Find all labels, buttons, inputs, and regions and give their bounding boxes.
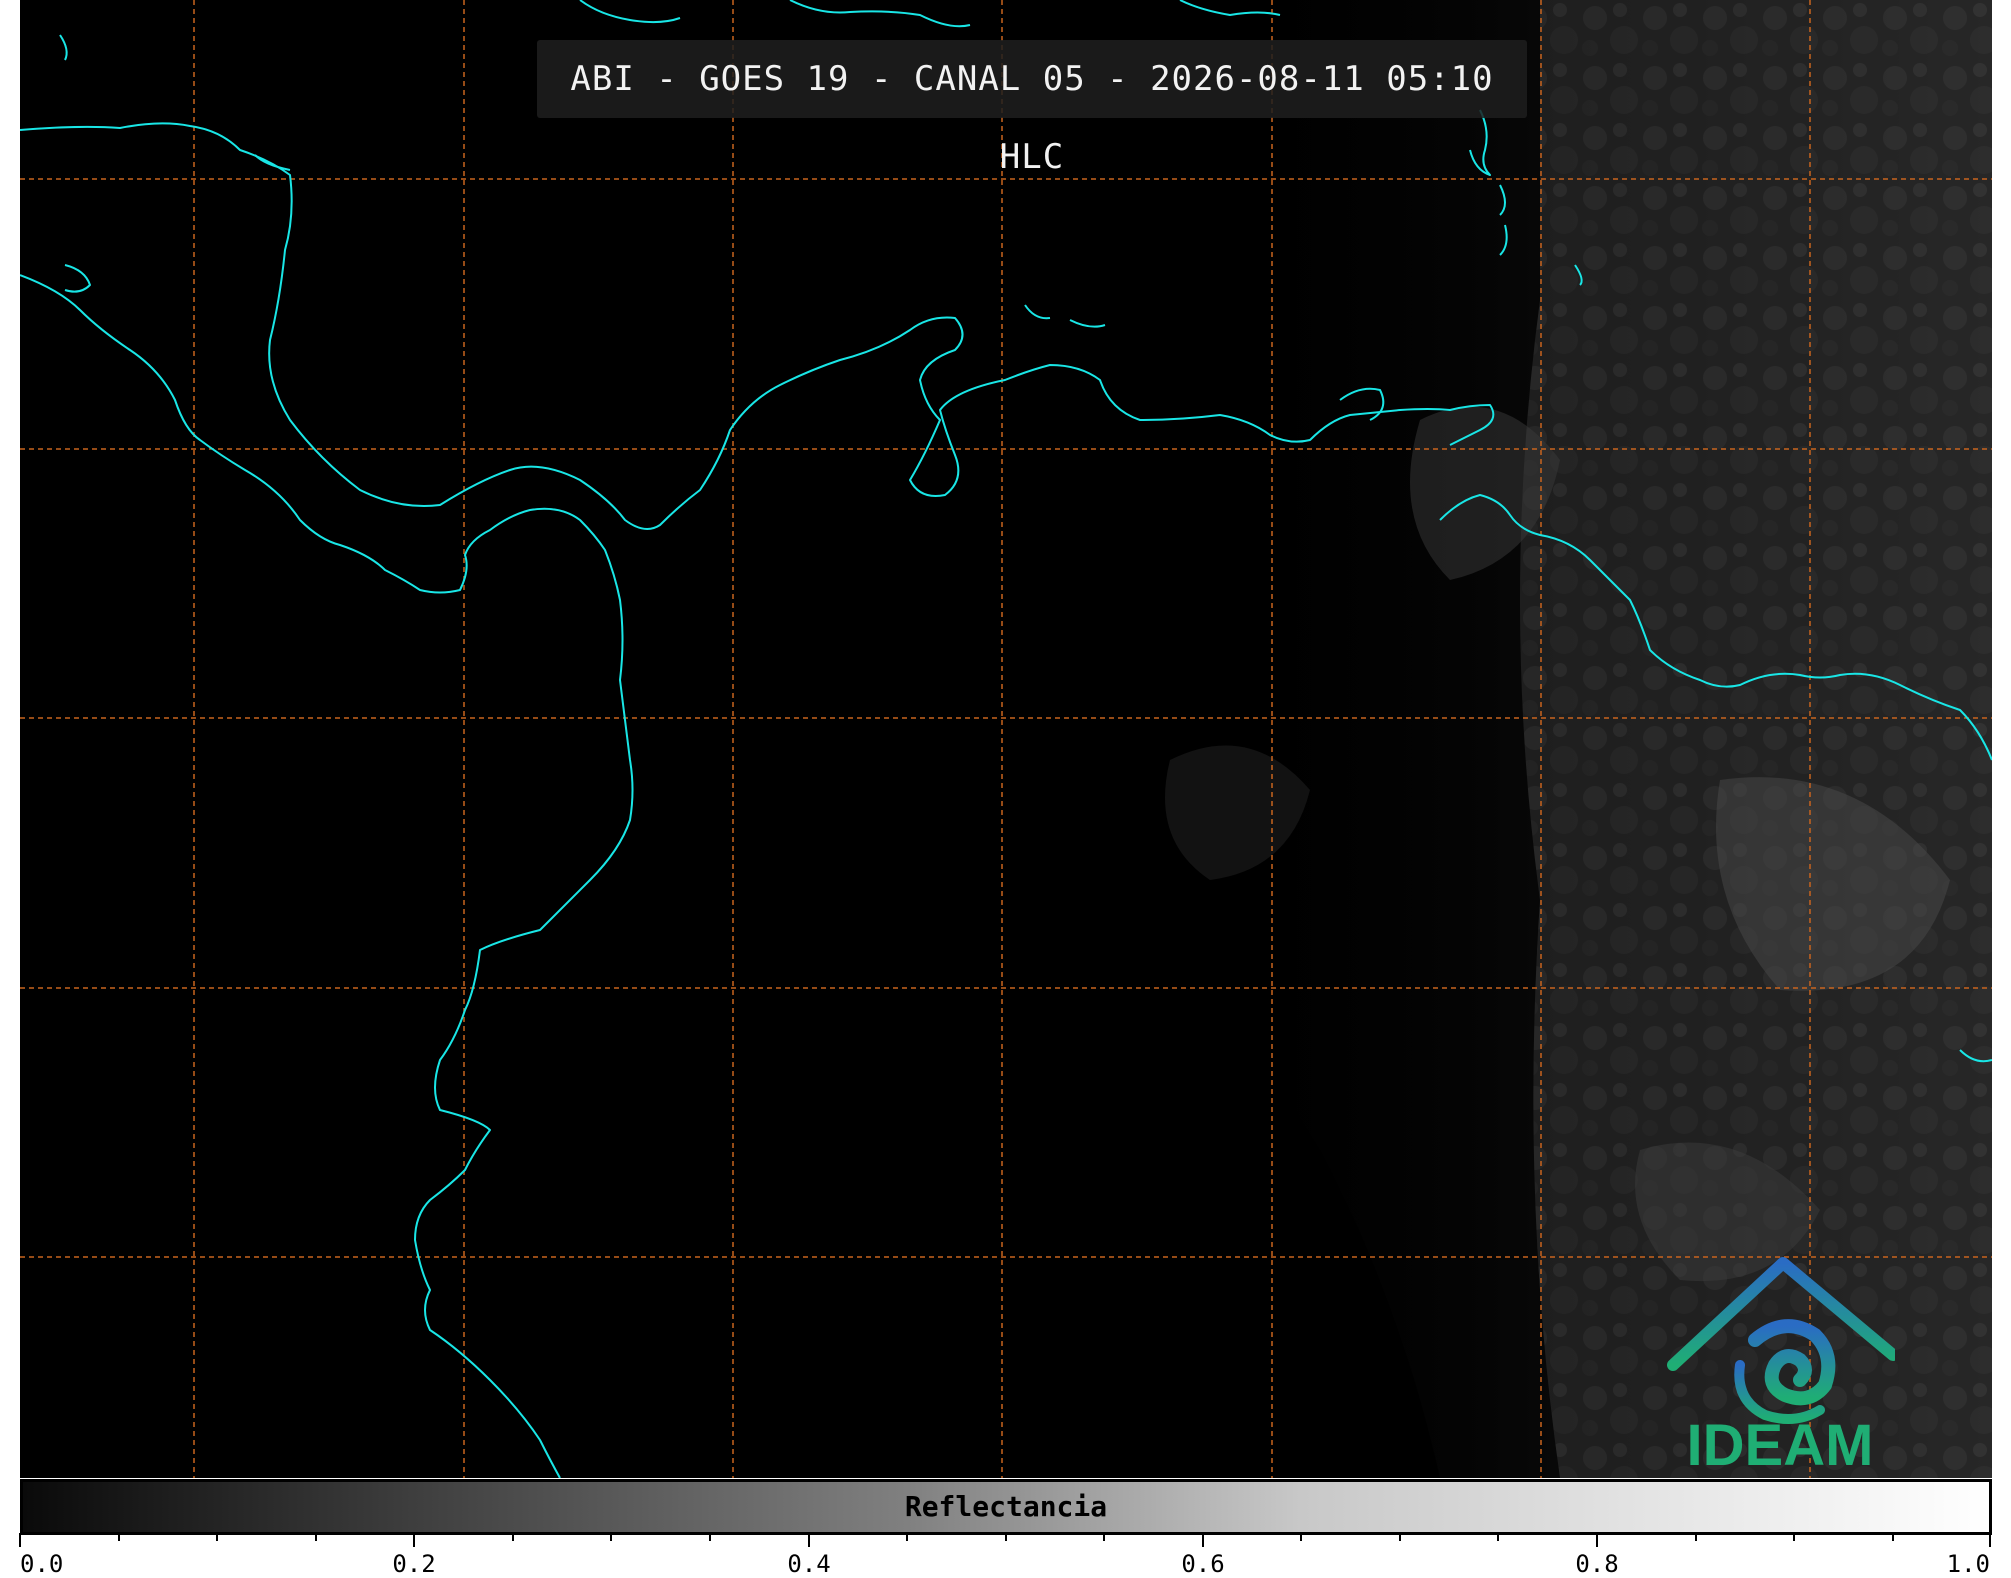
- tick-label-1: 0.2: [392, 1550, 436, 1578]
- map-title: ABI - GOES 19 - CANAL 05 - 2026-08-11 05…: [570, 59, 1494, 177]
- tick-label-5: 1.0: [1946, 1550, 1990, 1578]
- tick-label-4: 0.8: [1575, 1550, 1619, 1578]
- colorbar-ticks: [19, 1533, 1991, 1547]
- colorbar-label: Reflectancia: [904, 1490, 1108, 1523]
- tick-label-2: 0.4: [787, 1550, 831, 1578]
- tick-label-3: 0.6: [1181, 1550, 1225, 1578]
- tick-label-0: 0.0: [20, 1550, 64, 1578]
- logo-text: IDEAM: [1686, 1413, 1874, 1478]
